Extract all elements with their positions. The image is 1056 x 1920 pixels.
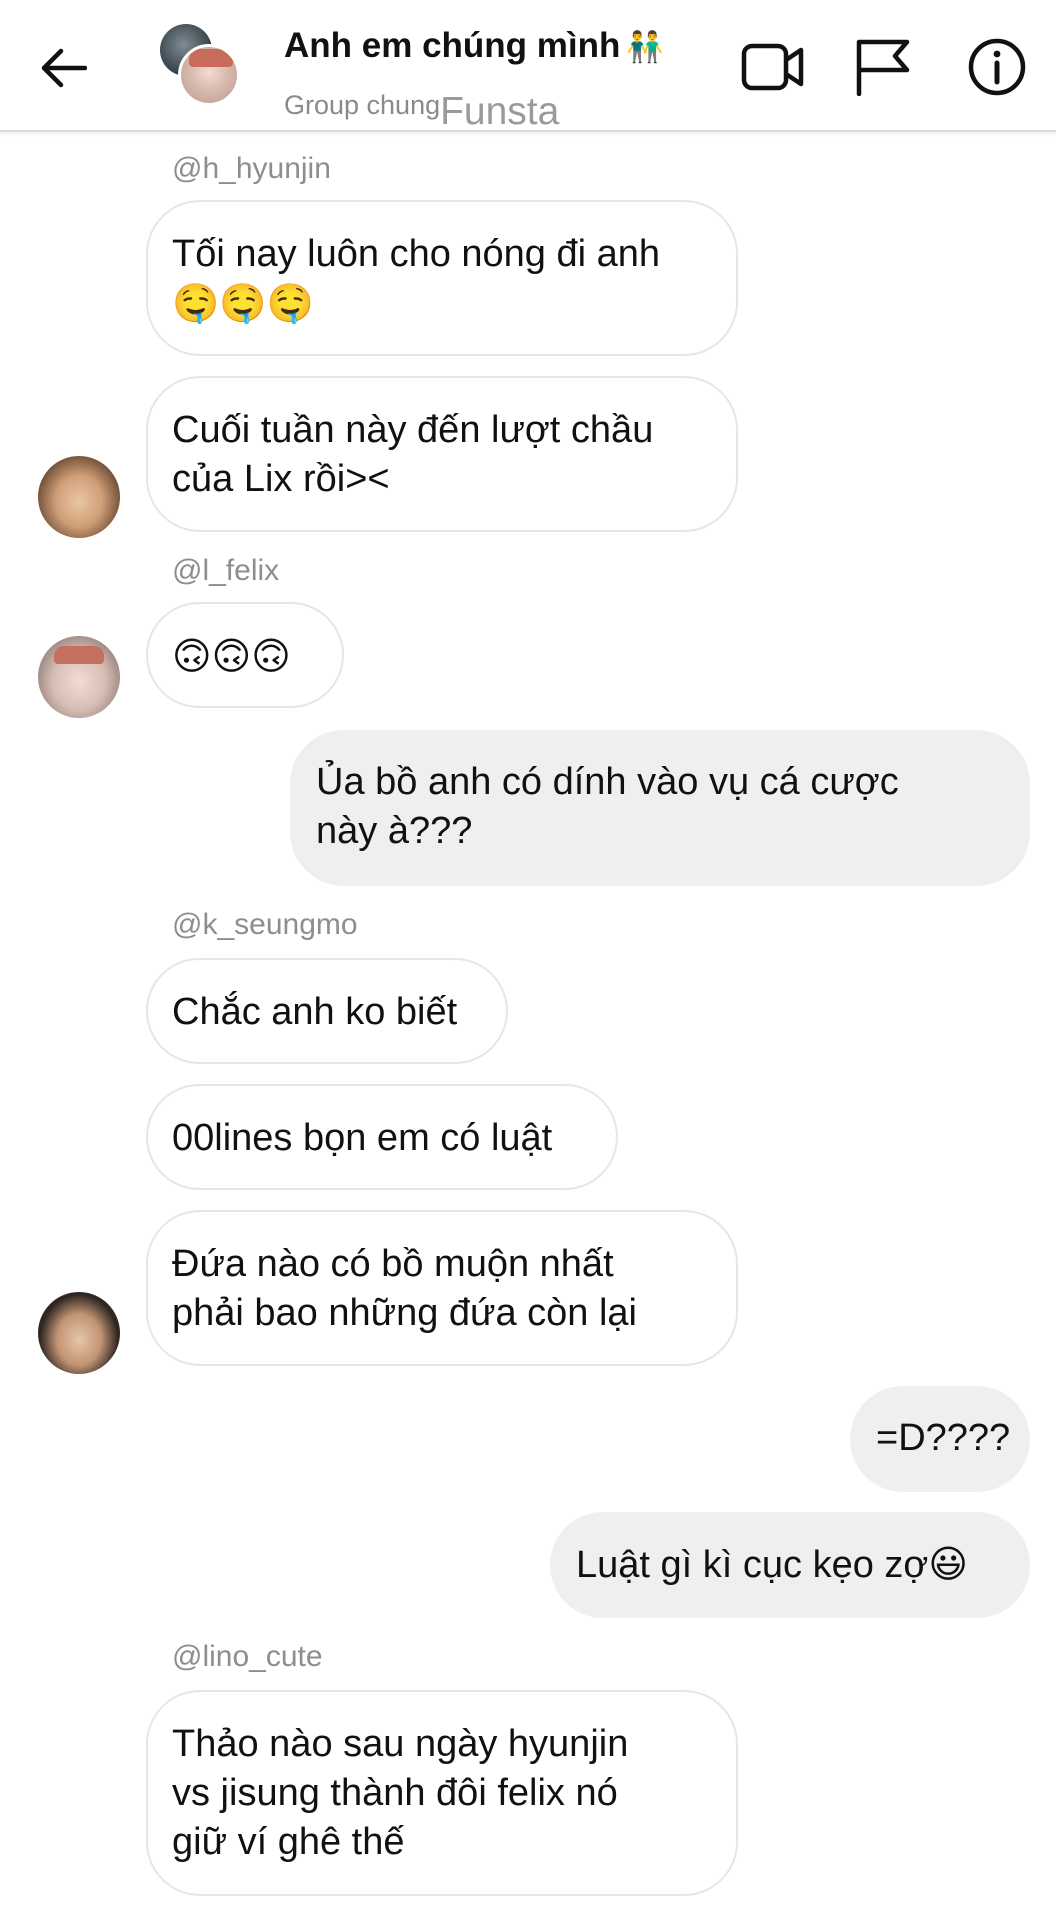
group-title[interactable]: Anh em chúng mình 👬 (284, 26, 664, 66)
sender-username[interactable]: @h_hyunjin (172, 152, 331, 186)
message-text-line: của Lix rồi>< (172, 458, 390, 500)
sender-avatar[interactable] (38, 456, 120, 538)
sender-username[interactable]: @k_seungmo (172, 908, 358, 942)
message-bubble[interactable]: 🙃🙃🙃 (146, 602, 344, 708)
message-bubble[interactable]: Chắc anh ko biết (146, 958, 508, 1064)
message-text-line: Cuối tuần này đến lượt chầu (172, 409, 654, 451)
message-bubble[interactable]: 00lines bọn em có luật (146, 1084, 618, 1190)
message-bubble-outgoing[interactable]: Ủa bồ anh có dính vào vụ cá cược này à??… (290, 730, 1030, 886)
message-bubble-outgoing[interactable]: Luật gì kì cục kẹo zợ😃 (550, 1512, 1030, 1618)
message-text-line: này à??? (316, 810, 473, 852)
group-avatar-front (178, 44, 240, 106)
message-text: Luật gì kì cục kẹo zợ (576, 1544, 929, 1586)
back-arrow-icon (41, 48, 87, 88)
message-bubble[interactable]: Đứa nào có bồ muộn nhất phải bao những đ… (146, 1210, 738, 1366)
message-text: Tối nay luôn cho nóng đi anh (172, 233, 661, 275)
chat-header: Anh em chúng mình 👬 Group chungFunsta (0, 0, 1056, 133)
sender-avatar[interactable] (38, 1292, 120, 1374)
video-call-icon (741, 43, 804, 91)
message-text-line: phải bao những đứa còn lại (172, 1292, 637, 1334)
info-button[interactable] (962, 32, 1032, 102)
message-bubble[interactable]: Thảo nào sau ngày hyunjin vs jisung thàn… (146, 1690, 738, 1896)
message-text-line: Thảo nào sau ngày hyunjin (172, 1723, 629, 1765)
group-avatar[interactable] (160, 24, 242, 106)
group-subtitle-text: Group chung (284, 90, 441, 120)
message-text-line: vs jisung thành đôi felix nó (172, 1772, 618, 1814)
sender-avatar[interactable] (38, 636, 120, 718)
message-text: Chắc anh ko biết (172, 991, 458, 1033)
group-title-emoji: 👬 (626, 30, 664, 65)
message-text-line: giữ ví ghê thế (172, 1821, 405, 1863)
info-icon (968, 38, 1026, 96)
message-text-line: Ủa bồ anh có dính vào vụ cá cược (316, 761, 899, 803)
back-button[interactable] (36, 40, 92, 96)
watermark: Funsta (440, 90, 560, 133)
message-text-line: Đứa nào có bồ muộn nhất (172, 1243, 614, 1285)
sender-username[interactable]: @lino_cute (172, 1640, 323, 1674)
group-title-text: Anh em chúng mình (284, 26, 621, 65)
sender-username[interactable]: @l_felix (172, 554, 279, 588)
report-button[interactable] (848, 32, 918, 102)
message-bubble[interactable]: Cuối tuần này đến lượt chầu của Lix rồi>… (146, 376, 738, 532)
group-subtitle: Group chungFunsta (284, 80, 559, 133)
message-bubble-outgoing[interactable]: =D???? (850, 1386, 1030, 1492)
flag-icon (856, 39, 910, 96)
message-emoji: 🤤🤤🤤 (172, 281, 314, 325)
message-emoji: 😃 (928, 1542, 968, 1586)
message-text: =D???? (876, 1417, 1011, 1459)
message-text: 00lines bọn em có luật (172, 1117, 553, 1159)
video-call-button[interactable] (738, 32, 808, 102)
message-emoji: 🙃🙃🙃 (172, 634, 291, 678)
message-bubble[interactable]: Tối nay luôn cho nóng đi anh 🤤🤤🤤 (146, 200, 738, 356)
message-thread[interactable]: @h_hyunjin Tối nay luôn cho nóng đi anh … (0, 134, 1056, 1920)
